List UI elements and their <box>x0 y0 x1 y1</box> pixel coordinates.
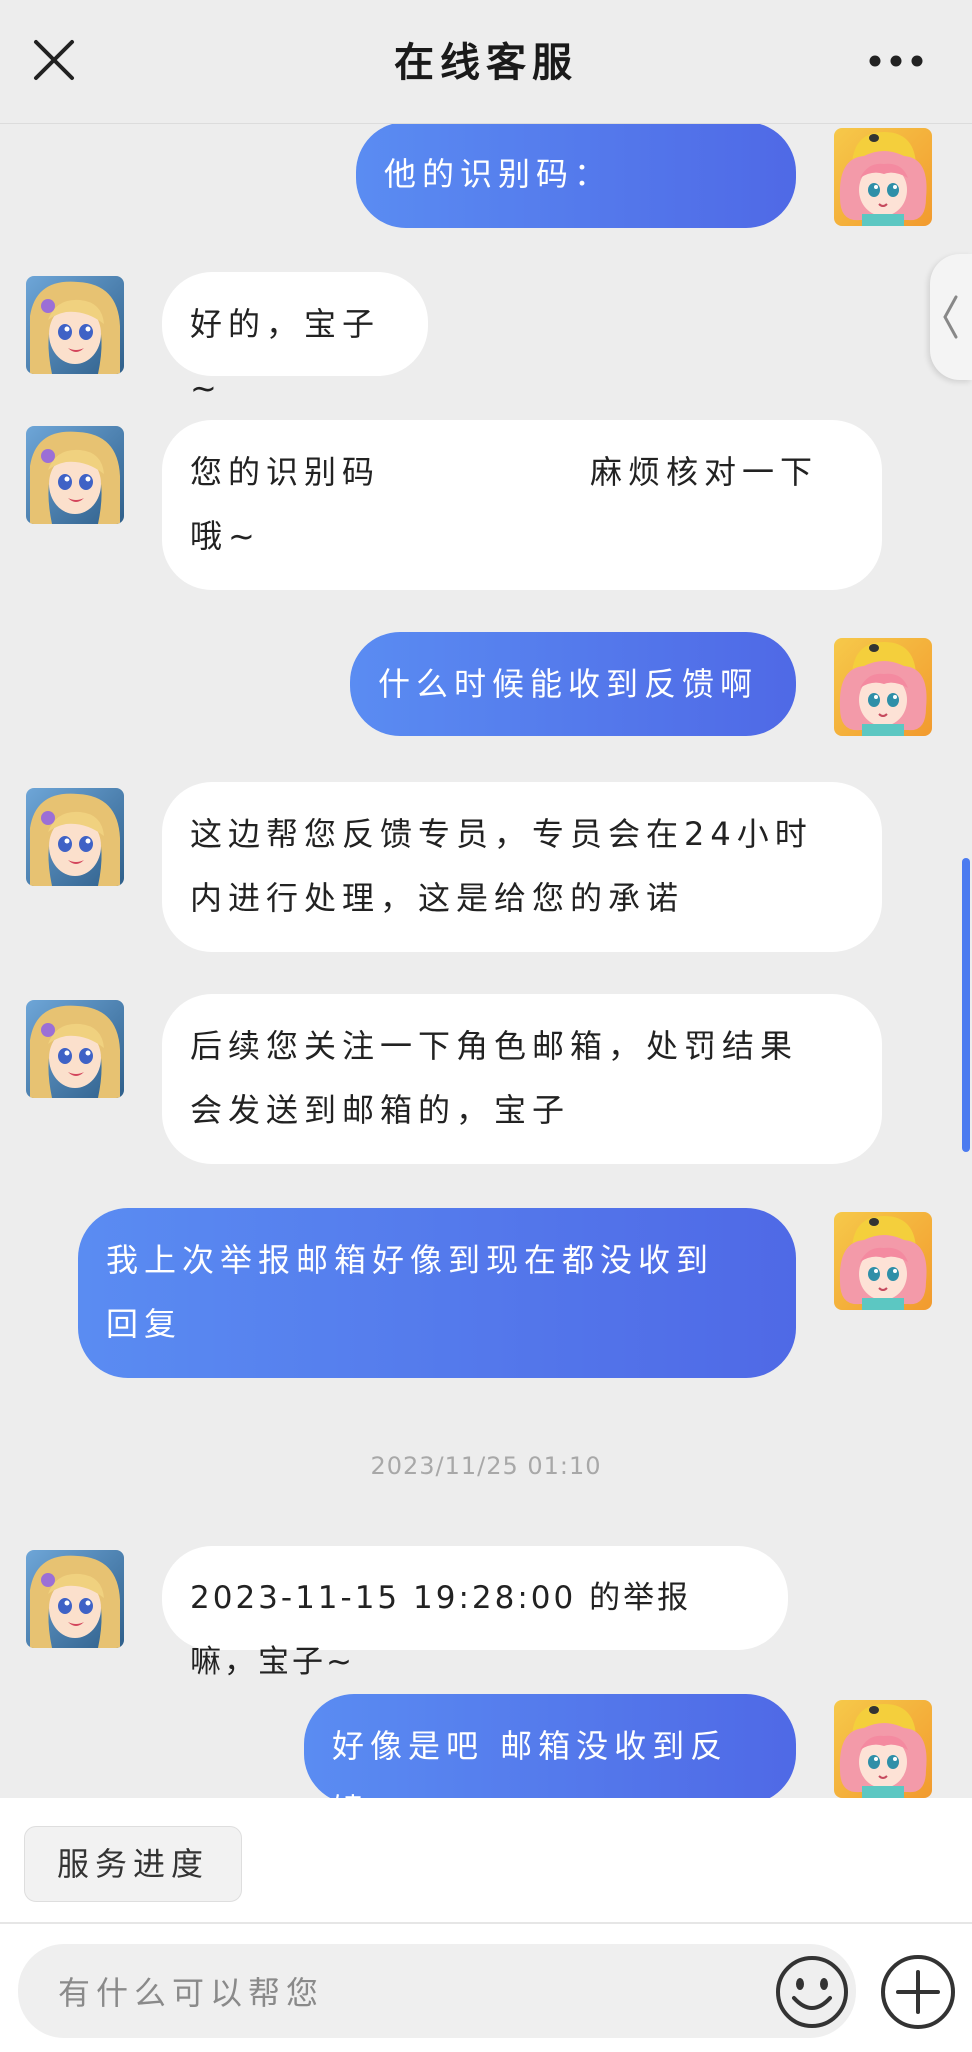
agent-avatar[interactable] <box>26 1000 124 1098</box>
user-avatar[interactable] <box>834 1212 932 1310</box>
message-text: 2023-11-15 19:28:00 的举报嘛，宝子~ <box>190 1580 692 1680</box>
message-text: 好的，宝子~ <box>190 305 381 407</box>
top-bar: 在线客服 <box>0 0 972 124</box>
message-text: 会发送到邮箱的，宝子 <box>190 1091 571 1129</box>
chat-message-list[interactable]: 他的识别码： 好的，宝子~ 您的识别码 麻烦核对一下 哦~ 什么时候能收到反馈啊 … <box>0 124 972 1798</box>
user-message-bubble[interactable]: 他的识别码： <box>356 124 796 228</box>
agent-message-bubble[interactable]: 您的识别码 麻烦核对一下 哦~ <box>162 420 882 590</box>
agent-avatar[interactable] <box>26 426 124 524</box>
message-text: 什么时候能收到反馈啊 <box>378 665 759 703</box>
agent-message-bubble[interactable]: 这边帮您反馈专员，专员会在24小时 内进行处理，这是给您的承诺 <box>162 782 882 952</box>
chevron-left-icon <box>943 295 958 339</box>
agent-avatar[interactable] <box>26 788 124 886</box>
message-text: 好像是吧 邮箱没收到反馈 <box>332 1727 729 1798</box>
page-title: 在线客服 <box>394 40 578 86</box>
user-message-bubble[interactable]: 什么时候能收到反馈啊 <box>350 632 796 736</box>
agent-avatar[interactable] <box>26 1550 124 1648</box>
message-text: 这边帮您反馈专员，专员会在24小时 <box>190 815 813 853</box>
plus-icon[interactable] <box>878 1952 958 2032</box>
message-input-bar: 有什么可以帮您 <box>0 1924 972 2052</box>
message-text: 内进行处理，这是给您的承诺 <box>190 879 685 917</box>
message-text: 后续您关注一下角色邮箱，处罚结果 <box>190 1027 799 1065</box>
agent-message-bubble[interactable]: 好的，宝子~ <box>162 272 428 407</box>
agent-avatar[interactable] <box>26 276 124 374</box>
message-text: 回复 <box>106 1305 183 1343</box>
service-progress-button[interactable]: 服务进度 <box>24 1826 242 1902</box>
user-avatar[interactable] <box>834 1700 932 1798</box>
quick-action-bar: 服务进度 <box>0 1798 972 1922</box>
agent-message-bubble[interactable]: 后续您关注一下角色邮箱，处罚结果 会发送到邮箱的，宝子 <box>162 994 882 1164</box>
message-text: 您的识别码 <box>190 453 381 491</box>
emoji-icon[interactable] <box>772 1952 852 2032</box>
message-text: 麻烦核对一下 <box>590 453 819 491</box>
chat-scrollbar[interactable] <box>962 858 970 1152</box>
more-horizontal-icon[interactable] <box>868 54 924 68</box>
message-text: 我上次举报邮箱好像到现在都没收到 <box>106 1241 715 1279</box>
agent-message-bubble[interactable]: 2023-11-15 19:28:00 的举报嘛，宝子~ <box>162 1546 788 1680</box>
user-message-bubble[interactable]: 好像是吧 邮箱没收到反馈 <box>304 1694 796 1798</box>
message-text: 他的识别码： <box>384 155 613 193</box>
user-message-bubble[interactable]: 我上次举报邮箱好像到现在都没收到 回复 <box>78 1208 796 1378</box>
side-panel-handle[interactable] <box>930 254 972 380</box>
user-avatar[interactable] <box>834 638 932 736</box>
message-timestamp: 2023/11/25 01:10 <box>370 1452 602 1480</box>
user-avatar[interactable] <box>834 128 932 226</box>
message-input[interactable]: 有什么可以帮您 <box>18 1944 856 2038</box>
input-placeholder: 有什么可以帮您 <box>58 1974 325 2012</box>
message-text: 哦~ <box>190 517 261 555</box>
